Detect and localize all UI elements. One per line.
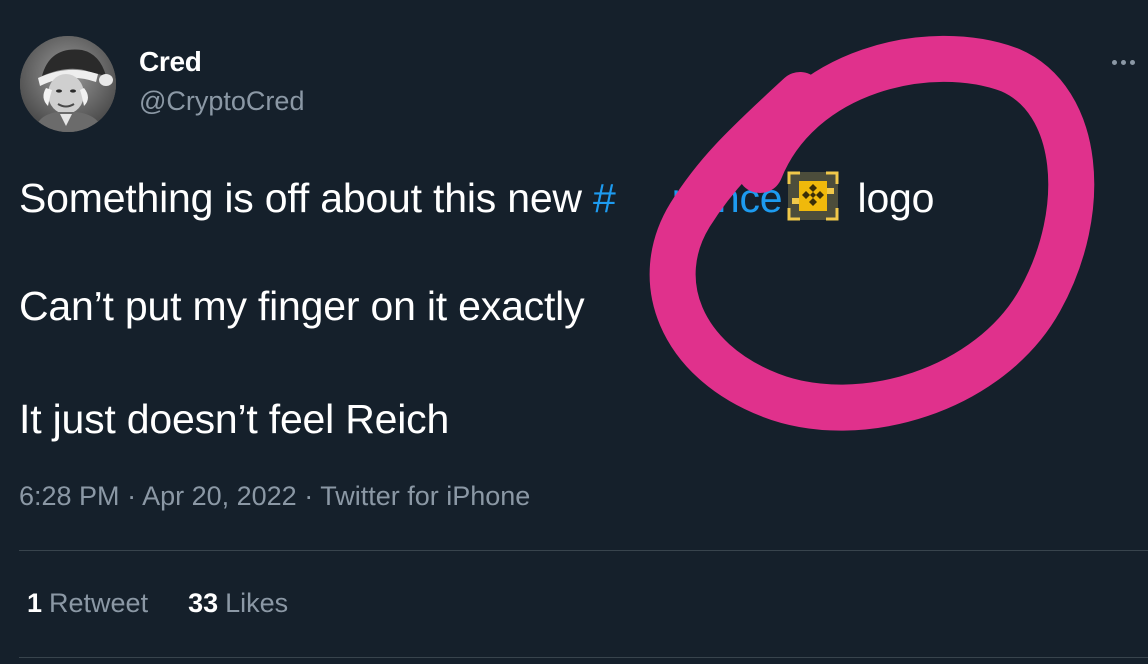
tweet-text-prefix: Something is off about this new (19, 175, 594, 221)
divider (19, 657, 1148, 658)
more-dot (1121, 59, 1126, 65)
user-avatar-photo (20, 36, 116, 132)
tweet-text-line-3: It just doesn’t feel Reich (19, 396, 450, 442)
meta-separator: · (296, 481, 321, 511)
tweet-meta: 6:28 PM · Apr 20, 2022 · Twitter for iPh… (19, 481, 530, 512)
retweets-stat[interactable]: 1 Retweet (27, 588, 148, 619)
avatar[interactable] (20, 36, 116, 132)
tweet-time[interactable]: 6:28 PM (19, 481, 120, 511)
author-handle[interactable]: @CryptoCred (139, 86, 304, 117)
binance-logo-icon (786, 170, 840, 222)
likes-label: Likes (225, 588, 289, 618)
more-dot (1130, 59, 1135, 65)
hashtag-visible-start: # (593, 175, 616, 221)
retweets-count: 1 (27, 588, 43, 618)
hashtag-link[interactable]: # nance (593, 175, 783, 221)
tweet-text-line-2: Can’t put my finger on it exactly (19, 283, 585, 329)
tweet-source[interactable]: Twitter for iPhone (320, 481, 530, 511)
tweet-date[interactable]: Apr 20, 2022 (142, 481, 297, 511)
likes-count: 33 (188, 588, 219, 618)
tweet-text-line-1: Something is off about this new # nance l… (19, 170, 934, 222)
divider (19, 550, 1148, 551)
hashtag-visible-end: nance (671, 175, 783, 221)
more-dot (1112, 59, 1117, 65)
author-display-name[interactable]: Cred (139, 46, 202, 78)
tweet-stats: 1 Retweet 33 Likes (27, 588, 288, 619)
tweet-text-suffix: logo (846, 175, 935, 221)
likes-stat[interactable]: 33 Likes (188, 588, 288, 619)
meta-separator: · (119, 481, 143, 511)
retweets-label: Retweet (49, 588, 149, 618)
more-options-icon[interactable] (1112, 50, 1148, 74)
